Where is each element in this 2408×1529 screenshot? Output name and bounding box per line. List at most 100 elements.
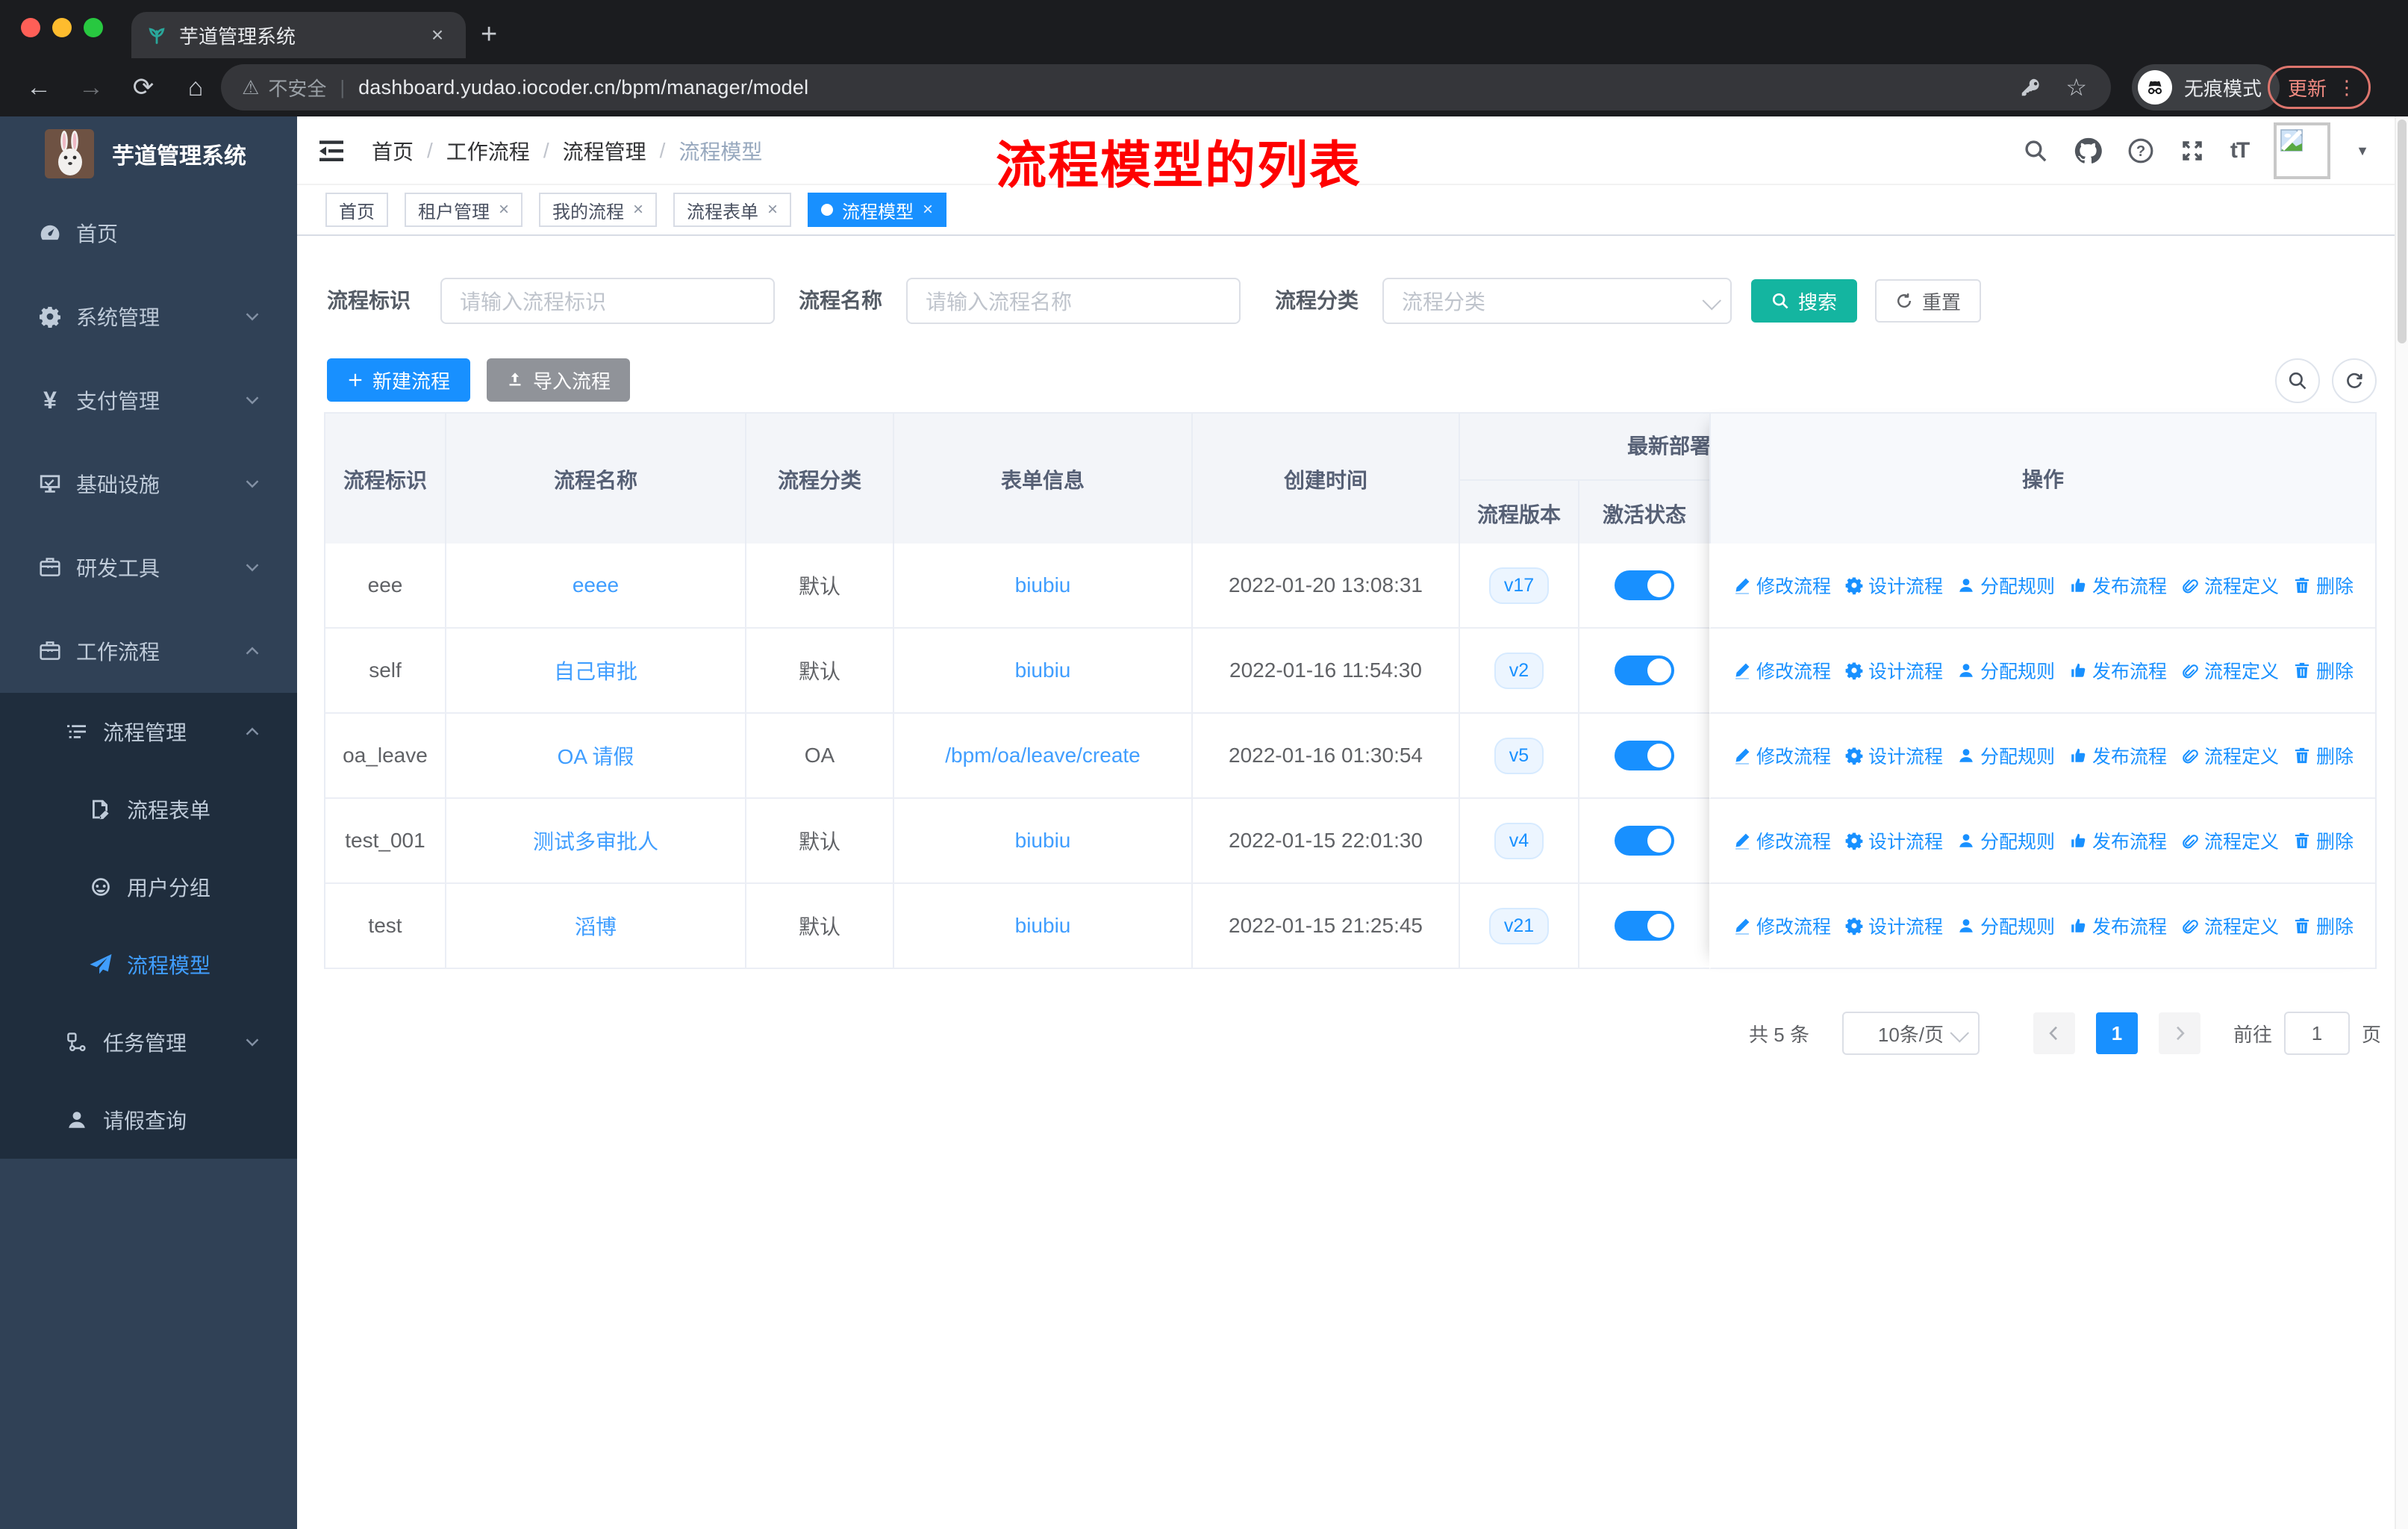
cell-form-info-text[interactable]: biubiu xyxy=(1015,658,1071,682)
back-icon[interactable]: ← xyxy=(25,73,52,102)
sidebar-item-dev-tools[interactable]: 研发工具 xyxy=(0,526,297,609)
sidebar-item-payment-management[interactable]: ¥ 支付管理 xyxy=(0,358,297,442)
close-icon[interactable]: × xyxy=(767,199,778,220)
key-icon[interactable] xyxy=(2019,76,2042,99)
publish-action-link[interactable]: 发布流程 xyxy=(2068,742,2167,769)
tag-process-model[interactable]: 流程模型 × xyxy=(808,193,947,227)
help-icon[interactable]: ? xyxy=(2127,137,2154,164)
reload-icon[interactable]: ⟳ xyxy=(130,72,157,102)
publish-action-link[interactable]: 发布流程 xyxy=(2068,912,2167,939)
design-action-link[interactable]: 设计流程 xyxy=(1844,912,1943,939)
modify-action-link[interactable]: 修改流程 xyxy=(1732,657,1831,684)
tag-tenant[interactable]: 租户管理 × xyxy=(405,193,523,227)
update-label[interactable]: 更新 xyxy=(2288,74,2327,102)
filter-name-input[interactable]: 请输入流程名称 xyxy=(906,278,1241,324)
close-window-button[interactable] xyxy=(21,18,40,37)
cell-form-info-text[interactable]: biubiu xyxy=(1015,914,1071,938)
assign-action-link[interactable]: 分配规则 xyxy=(1956,912,2055,939)
font-size-icon[interactable]: tT xyxy=(2230,138,2250,164)
publish-action-link[interactable]: 发布流程 xyxy=(2068,827,2167,854)
sidebar-item-task-management[interactable]: 任务管理 xyxy=(0,1003,297,1081)
design-action-link[interactable]: 设计流程 xyxy=(1844,742,1943,769)
active-toggle[interactable] xyxy=(1615,911,1674,941)
definition-action-link[interactable]: 流程定义 xyxy=(2180,657,2279,684)
minimize-window-button[interactable] xyxy=(52,18,72,37)
modify-action-link[interactable]: 修改流程 xyxy=(1732,572,1831,599)
browser-menu-icon[interactable]: ⋮ xyxy=(2337,76,2356,99)
modify-action-link[interactable]: 修改流程 xyxy=(1732,827,1831,854)
bookmark-star-icon[interactable]: ☆ xyxy=(2065,73,2087,102)
import-process-button[interactable]: 导入流程 xyxy=(487,358,630,402)
definition-action-link[interactable]: 流程定义 xyxy=(2180,912,2279,939)
modify-action-link[interactable]: 修改流程 xyxy=(1732,742,1831,769)
close-icon[interactable]: × xyxy=(923,199,933,220)
version-badge[interactable]: v21 xyxy=(1488,907,1550,944)
assign-action-link[interactable]: 分配规则 xyxy=(1956,827,2055,854)
delete-action-link[interactable]: 删除 xyxy=(2292,912,2354,939)
home-icon[interactable]: ⌂ xyxy=(182,73,209,102)
url-text[interactable]: dashboard.yudao.iocoder.cn/bpm/manager/m… xyxy=(358,76,2019,99)
active-toggle[interactable] xyxy=(1615,741,1674,770)
modify-action-link[interactable]: 修改流程 xyxy=(1732,912,1831,939)
design-action-link[interactable]: 设计流程 xyxy=(1844,572,1943,599)
cell-process-name-text[interactable]: OA 请假 xyxy=(558,741,634,770)
version-badge[interactable]: v17 xyxy=(1488,567,1550,604)
delete-action-link[interactable]: 删除 xyxy=(2292,742,2354,769)
create-process-button[interactable]: 新建流程 xyxy=(327,358,470,402)
version-badge[interactable]: v4 xyxy=(1494,822,1544,859)
sidebar-item-infrastructure[interactable]: 基础设施 xyxy=(0,442,297,526)
active-toggle[interactable] xyxy=(1615,570,1674,600)
update-chip[interactable]: 更新 ⋮ xyxy=(2268,66,2371,109)
toggle-search-button[interactable] xyxy=(2275,358,2320,403)
security-warning-icon[interactable]: ⚠ xyxy=(242,76,259,99)
current-page-button[interactable]: 1 xyxy=(2095,1012,2138,1054)
new-tab-button[interactable]: + xyxy=(481,18,497,51)
address-bar[interactable]: ⚠ 不安全 | dashboard.yudao.iocoder.cn/bpm/m… xyxy=(221,64,2111,110)
sidebar-item-workflow[interactable]: 工作流程 xyxy=(0,609,297,693)
assign-action-link[interactable]: 分配规则 xyxy=(1956,657,2055,684)
search-button[interactable]: 搜索 xyxy=(1751,279,1857,323)
app-logo[interactable]: 芋道管理系统 xyxy=(0,116,297,191)
zoom-window-button[interactable] xyxy=(84,18,103,37)
avatar-caret-icon[interactable]: ▼ xyxy=(2356,143,2369,159)
cell-process-name-text[interactable]: eeee xyxy=(573,573,619,597)
tag-my-process[interactable]: 我的流程 × xyxy=(539,193,658,227)
breadcrumb-home[interactable]: 首页 xyxy=(372,136,414,166)
sidebar-item-process-management[interactable]: 流程管理 xyxy=(0,693,297,770)
refresh-button[interactable] xyxy=(2332,358,2377,403)
close-icon[interactable]: × xyxy=(633,199,643,220)
close-icon[interactable]: × xyxy=(499,199,509,220)
cell-form-info-text[interactable]: biubiu xyxy=(1015,573,1071,597)
github-icon[interactable] xyxy=(2074,137,2102,165)
avatar[interactable] xyxy=(2274,122,2331,179)
sidebar-item-leave-query[interactable]: 请假查询 xyxy=(0,1081,297,1159)
tag-process-form[interactable]: 流程表单 × xyxy=(673,193,792,227)
breadcrumb-workflow[interactable]: 工作流程 xyxy=(446,136,530,166)
filter-category-select[interactable]: 流程分类 xyxy=(1382,278,1732,324)
cell-form-info-text[interactable]: biubiu xyxy=(1015,829,1071,853)
sidebar-item-home[interactable]: 首页 xyxy=(0,191,297,275)
design-action-link[interactable]: 设计流程 xyxy=(1844,827,1943,854)
delete-action-link[interactable]: 删除 xyxy=(2292,657,2354,684)
publish-action-link[interactable]: 发布流程 xyxy=(2068,657,2167,684)
version-badge[interactable]: v5 xyxy=(1494,737,1544,774)
assign-action-link[interactable]: 分配规则 xyxy=(1956,572,2055,599)
active-toggle[interactable] xyxy=(1615,826,1674,856)
browser-scrollbar[interactable] xyxy=(2395,116,2408,1529)
page-size-select[interactable]: 10条/页 xyxy=(1841,1012,1980,1055)
delete-action-link[interactable]: 删除 xyxy=(2292,572,2354,599)
browser-tab[interactable]: 芋道管理系统 × xyxy=(131,12,466,58)
cell-process-name-text[interactable]: 测试多审批人 xyxy=(533,826,658,856)
prev-page-button[interactable] xyxy=(2033,1012,2075,1054)
definition-action-link[interactable]: 流程定义 xyxy=(2180,572,2279,599)
tab-close-icon[interactable]: × xyxy=(424,23,451,47)
assign-action-link[interactable]: 分配规则 xyxy=(1956,742,2055,769)
sidebar-fold-icon[interactable] xyxy=(316,136,346,166)
tag-home[interactable]: 首页 xyxy=(325,193,388,227)
goto-page-input[interactable]: 1 xyxy=(2283,1012,2350,1055)
sidebar-item-user-group[interactable]: 用户分组 xyxy=(0,848,297,926)
sidebar-item-process-form[interactable]: 流程表单 xyxy=(0,770,297,848)
sidebar-item-process-model[interactable]: 流程模型 xyxy=(0,926,297,1003)
definition-action-link[interactable]: 流程定义 xyxy=(2180,742,2279,769)
window-controls[interactable] xyxy=(21,18,103,37)
